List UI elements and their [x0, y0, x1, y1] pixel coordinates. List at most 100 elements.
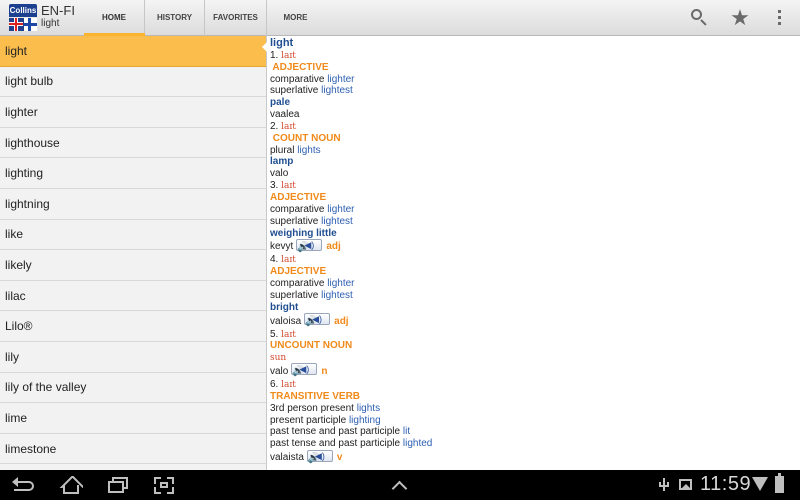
entry-line: valo — [270, 168, 800, 180]
entry-line: superlative lightest — [270, 290, 800, 302]
entry-line: 3. laɪt — [270, 180, 800, 192]
translation: valo — [270, 366, 289, 378]
entry-line: ADJECTIVE — [270, 62, 800, 74]
system-bar: 11:59 — [0, 470, 800, 500]
tab-favorites[interactable]: FAVORITES — [205, 0, 267, 36]
entry-line: comparative lighter — [270, 204, 800, 216]
pronunciation: laɪt — [281, 181, 296, 192]
grammar-label: adj — [334, 315, 349, 327]
word-list-item[interactable]: lightning — [0, 189, 266, 220]
word-list-item[interactable]: like — [0, 220, 266, 251]
word-list-item[interactable]: lighthouse — [0, 128, 266, 159]
entry-line: valo ◀) n — [270, 363, 800, 379]
entry-line: valaista ◀) v — [270, 449, 800, 465]
form-link[interactable]: lighter — [327, 204, 354, 215]
word-list-item[interactable]: light bulb — [0, 67, 266, 98]
sense-meaning: pale — [270, 97, 291, 109]
entry-line: present participle lighting — [270, 415, 800, 427]
word-list-item[interactable]: Lilo® — [0, 311, 266, 342]
home-button[interactable] — [59, 476, 83, 494]
form-link[interactable]: lights — [297, 145, 320, 156]
speaker-icon: ◀) — [314, 450, 325, 461]
entry-line: TRANSITIVE VERB — [270, 391, 800, 403]
entry-line: superlative lightest — [270, 216, 800, 228]
back-button[interactable] — [12, 476, 36, 494]
word-list: light light bulb lighter lighthouse lighting… — [0, 36, 266, 470]
word-list-item[interactable]: lily of the valley — [0, 373, 266, 404]
word-list-item[interactable]: lilac — [0, 281, 266, 312]
tab-more[interactable]: MORE — [267, 0, 324, 36]
entry-line: pale — [270, 97, 800, 109]
form-label: past tense and past participle — [270, 438, 401, 450]
word-list-item[interactable]: light — [0, 36, 266, 67]
entry-line: COUNT NOUN — [270, 133, 800, 145]
form-link[interactable]: lit — [403, 426, 410, 437]
speaker-icon: ◀) — [299, 364, 310, 375]
form-link[interactable]: lighted — [403, 438, 432, 449]
star-icon[interactable]: ★ — [728, 6, 752, 30]
play-audio-button[interactable]: ◀) — [306, 449, 333, 462]
entry-line: sun — [270, 352, 800, 364]
form-link[interactable]: lights — [357, 403, 380, 414]
entry-line: plural lights — [270, 145, 800, 157]
part-of-speech: ADJECTIVE — [270, 266, 327, 278]
form-link[interactable]: lighter — [327, 278, 354, 289]
selection-pointer — [262, 40, 269, 54]
tab-home[interactable]: HOME — [84, 0, 145, 36]
entry-line: 6. laɪt — [270, 379, 800, 391]
overflow-menu-icon[interactable] — [767, 6, 791, 30]
current-word-subtitle: light — [41, 18, 60, 29]
wifi-icon — [752, 477, 768, 493]
sense-number: 6. — [270, 379, 279, 391]
form-link[interactable]: lightest — [321, 85, 353, 96]
pronunciation: laɪt — [281, 255, 296, 266]
form-label: superlative — [270, 215, 319, 227]
word-list-item[interactable]: limestone — [0, 434, 266, 465]
word-list-item[interactable]: lime — [0, 403, 266, 434]
entry-line: vaalea — [270, 109, 800, 121]
grammar-label: v — [336, 452, 343, 464]
form-link[interactable]: lighting — [349, 415, 381, 426]
form-label: comparative — [270, 203, 325, 215]
dictionary-entry: light 1. laɪt ADJECTIVE comparative light… — [266, 36, 800, 470]
entry-line: bright — [270, 302, 800, 314]
form-link[interactable]: lightest — [321, 290, 353, 301]
screenshot-button[interactable] — [153, 476, 175, 494]
dictionary-title: EN-FI — [41, 3, 75, 18]
form-label: past tense and past participle — [270, 426, 401, 438]
form-link[interactable]: lightest — [321, 216, 353, 227]
play-audio-button[interactable]: ◀) — [296, 238, 323, 251]
translation: valaista — [270, 452, 304, 464]
play-audio-button[interactable]: ◀) — [304, 312, 331, 325]
entry-line: 4. laɪt — [270, 254, 800, 266]
form-label: comparative — [270, 278, 325, 290]
form-label: plural — [270, 144, 295, 156]
translation: vaalea — [270, 109, 300, 121]
word-list-item[interactable]: lily — [0, 342, 266, 373]
entry-line: 3rd person present lights — [270, 403, 800, 415]
action-bar: Collins EN-FI light HOME HISTORY FAVORIT… — [0, 0, 800, 36]
sense-number: 3. — [270, 180, 279, 192]
word-list-item[interactable]: likely — [0, 250, 266, 281]
battery-icon — [775, 473, 784, 493]
entry-line: lamp — [270, 156, 800, 168]
collins-logo[interactable]: Collins — [9, 4, 37, 31]
entry-line: comparative lighter — [270, 278, 800, 290]
word-list-item[interactable]: lighter — [0, 97, 266, 128]
part-of-speech: TRANSITIVE VERB — [270, 390, 361, 402]
search-icon[interactable] — [688, 6, 712, 30]
tab-history[interactable]: HISTORY — [145, 0, 205, 36]
sense-number: 5. — [270, 328, 279, 340]
word-list-item[interactable]: lighting — [0, 158, 266, 189]
form-link[interactable]: lighter — [327, 74, 354, 85]
recent-apps-button[interactable] — [108, 476, 128, 494]
clock: 11:59 — [700, 473, 752, 495]
entry-line: weighing little — [270, 228, 800, 240]
part-of-speech: COUNT NOUN — [270, 132, 341, 144]
form-label: superlative — [270, 85, 319, 97]
pronunciation: laɪt — [281, 50, 296, 61]
expand-up-button[interactable] — [389, 476, 411, 497]
entry-line: kevyt ◀) adj — [270, 238, 800, 254]
entry-line: ADJECTIVE — [270, 192, 800, 204]
play-audio-button[interactable]: ◀) — [291, 363, 318, 376]
